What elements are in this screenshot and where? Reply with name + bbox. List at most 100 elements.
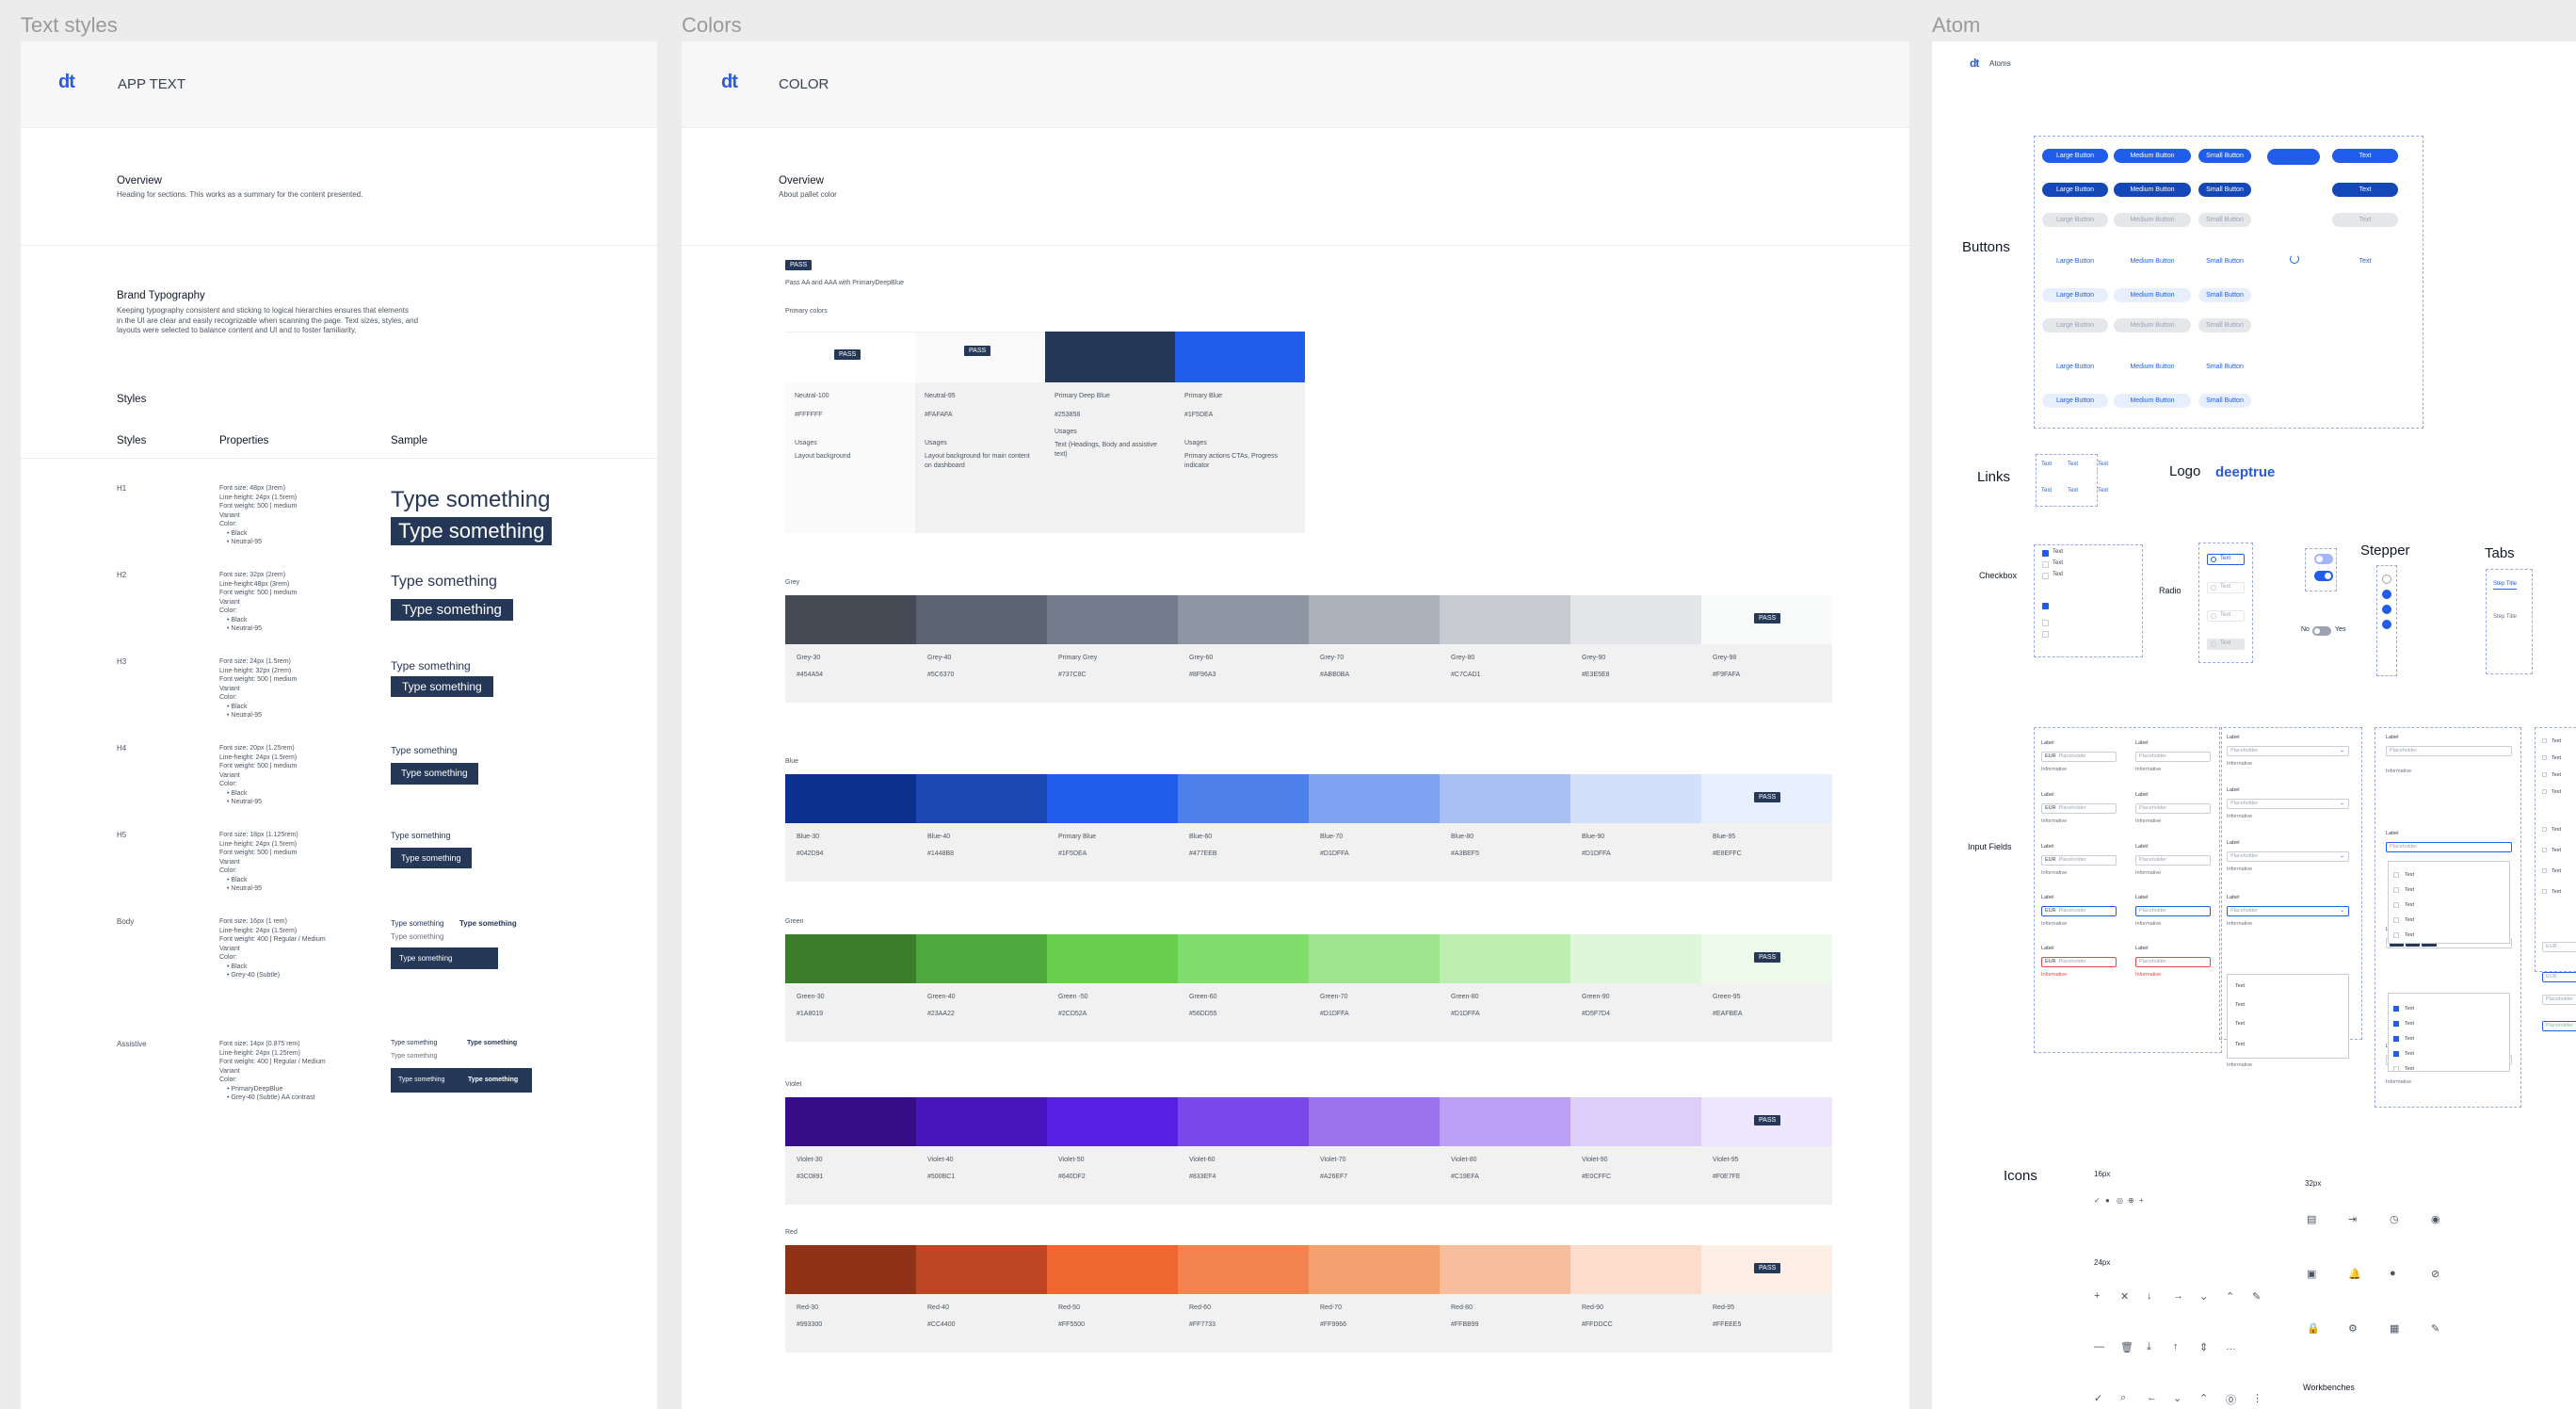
dropdown-select[interactable]: Placeholder ⌄ bbox=[2227, 851, 2349, 862]
checkbox[interactable] bbox=[2393, 1066, 2399, 1072]
dropdown-option[interactable]: Text bbox=[2235, 1021, 2245, 1027]
medium-button[interactable]: Medium Button bbox=[2114, 149, 2191, 163]
small-button[interactable]: Small Button bbox=[2198, 213, 2251, 227]
checkbox[interactable] bbox=[2042, 550, 2049, 557]
frame-title-text-styles[interactable]: Text styles bbox=[21, 13, 118, 38]
dropdown-option[interactable]: Text bbox=[2235, 983, 2245, 989]
checkbox[interactable] bbox=[2542, 755, 2547, 760]
small-button[interactable]: Small Button bbox=[2198, 183, 2251, 197]
checkbox[interactable] bbox=[2393, 1021, 2399, 1027]
checkbox[interactable] bbox=[2393, 1051, 2399, 1057]
medium-button[interactable]: Medium Button bbox=[2114, 183, 2191, 197]
checkbox[interactable] bbox=[2542, 827, 2547, 832]
checkbox[interactable] bbox=[2393, 872, 2399, 878]
multiselect-option[interactable]: Text bbox=[2405, 1006, 2414, 1012]
checkbox[interactable] bbox=[2042, 631, 2049, 638]
text-input[interactable]: EUR Placeholder bbox=[2041, 803, 2117, 814]
text-input[interactable]: Placeholder bbox=[2135, 752, 2211, 762]
toggle-off[interactable] bbox=[2314, 554, 2333, 564]
checkbox[interactable] bbox=[2042, 561, 2049, 568]
checkbox[interactable] bbox=[2542, 772, 2547, 777]
checkbox[interactable] bbox=[2042, 603, 2049, 609]
text-input[interactable]: EUR Placeholder bbox=[2041, 855, 2117, 866]
medium-button[interactable]: Medium Button bbox=[2114, 394, 2191, 408]
frame-title-atom[interactable]: Atom bbox=[1932, 13, 1980, 38]
stepper-step-3[interactable] bbox=[2382, 605, 2391, 614]
stepper-step-1[interactable] bbox=[2382, 575, 2391, 584]
stepper-step-4[interactable] bbox=[2382, 620, 2391, 629]
large-button[interactable]: Large Button bbox=[2042, 318, 2108, 332]
large-button[interactable]: Large Button bbox=[2042, 360, 2108, 374]
checkbox[interactable] bbox=[2042, 573, 2049, 579]
checkbox[interactable] bbox=[2542, 848, 2547, 852]
placeholder-input[interactable]: Placeholder bbox=[2542, 995, 2576, 1005]
large-button[interactable]: Large Button bbox=[2042, 394, 2108, 408]
checkbox[interactable] bbox=[2393, 1036, 2399, 1042]
text-button[interactable]: Text bbox=[2332, 213, 2398, 227]
small-button[interactable]: Small Button bbox=[2198, 288, 2251, 302]
frame-title-colors[interactable]: Colors bbox=[682, 13, 742, 38]
dropdown-option[interactable]: Text bbox=[2235, 1042, 2245, 1047]
medium-button[interactable]: Medium Button bbox=[2114, 360, 2191, 374]
small-button[interactable]: Small Button bbox=[2198, 149, 2251, 163]
dropdown-option[interactable]: Text bbox=[2235, 1002, 2245, 1008]
checkbox[interactable] bbox=[2542, 789, 2547, 794]
currency-input[interactable]: EUR bbox=[2542, 942, 2576, 952]
checkbox[interactable] bbox=[2542, 889, 2547, 894]
multiselect-option[interactable]: Text bbox=[2405, 887, 2414, 893]
icon-button[interactable] bbox=[2267, 149, 2320, 165]
large-button[interactable]: Large Button bbox=[2042, 183, 2108, 197]
link-text[interactable]: Text bbox=[2041, 488, 2052, 494]
checkbox[interactable] bbox=[2393, 932, 2399, 938]
tab-step-title-active[interactable]: Step Title bbox=[2493, 581, 2518, 590]
large-button[interactable]: Large Button bbox=[2042, 288, 2108, 302]
checkbox[interactable] bbox=[2393, 1006, 2399, 1012]
text-input[interactable]: Placeholder bbox=[2135, 855, 2211, 866]
large-button[interactable]: Large Button bbox=[2042, 213, 2108, 227]
multiselect-option[interactable]: Text bbox=[2405, 1021, 2414, 1027]
radio-circle[interactable] bbox=[2211, 641, 2216, 647]
small-button[interactable]: Small Button bbox=[2198, 394, 2251, 408]
text-input[interactable]: EUR Placeholder bbox=[2041, 957, 2117, 967]
multiselect-option[interactable]: Text bbox=[2405, 932, 2414, 938]
small-button[interactable]: Small Button bbox=[2198, 254, 2251, 268]
medium-button[interactable]: Medium Button bbox=[2114, 318, 2191, 332]
multiselect-option[interactable]: Text bbox=[2405, 902, 2414, 908]
currency-input[interactable]: EUR bbox=[2542, 972, 2576, 982]
text-input[interactable]: EUR Placeholder bbox=[2041, 752, 2117, 762]
link-text[interactable]: Text bbox=[2068, 462, 2078, 467]
checkbox[interactable] bbox=[2542, 738, 2547, 743]
checkbox[interactable] bbox=[2542, 868, 2547, 873]
radio-circle[interactable] bbox=[2211, 585, 2216, 591]
checkbox[interactable] bbox=[2393, 887, 2399, 893]
tab-step-title[interactable]: Step Title bbox=[2493, 614, 2517, 620]
small-button[interactable]: Small Button bbox=[2198, 318, 2251, 332]
text-input[interactable]: Placeholder bbox=[2135, 803, 2211, 814]
multiselect-option[interactable]: Text bbox=[2405, 1066, 2414, 1072]
multiselect-option[interactable]: Text bbox=[2405, 1051, 2414, 1057]
toggle-yes-no[interactable] bbox=[2312, 626, 2331, 636]
checkbox[interactable] bbox=[2393, 902, 2399, 908]
toggle-on[interactable] bbox=[2314, 571, 2333, 581]
text-button[interactable]: Text bbox=[2332, 183, 2398, 197]
link-text[interactable]: Text bbox=[2098, 462, 2108, 467]
text-input[interactable]: Placeholder bbox=[2135, 957, 2211, 967]
placeholder-input[interactable]: Placeholder bbox=[2542, 1021, 2576, 1031]
link-text[interactable]: Text bbox=[2098, 488, 2108, 494]
multiselect-input[interactable]: Placeholder bbox=[2386, 746, 2512, 756]
large-button[interactable]: Large Button bbox=[2042, 254, 2108, 268]
stepper-step-2[interactable] bbox=[2382, 590, 2391, 599]
medium-button[interactable]: Medium Button bbox=[2114, 254, 2191, 268]
checkbox[interactable] bbox=[2393, 917, 2399, 923]
text-input[interactable]: Placeholder bbox=[2135, 906, 2211, 916]
medium-button[interactable]: Medium Button bbox=[2114, 288, 2191, 302]
multiselect-input[interactable]: Placeholder bbox=[2386, 842, 2512, 852]
text-input[interactable]: EUR Placeholder bbox=[2041, 906, 2117, 916]
checkbox[interactable] bbox=[2042, 620, 2049, 626]
multiselect-option[interactable]: Text bbox=[2405, 872, 2414, 878]
link-text[interactable]: Text bbox=[2041, 462, 2052, 467]
dropdown-select[interactable]: Placeholder ⌄ bbox=[2227, 799, 2349, 809]
text-button[interactable]: Text bbox=[2332, 254, 2398, 268]
small-button[interactable]: Small Button bbox=[2198, 360, 2251, 374]
link-text[interactable]: Text bbox=[2068, 488, 2078, 494]
